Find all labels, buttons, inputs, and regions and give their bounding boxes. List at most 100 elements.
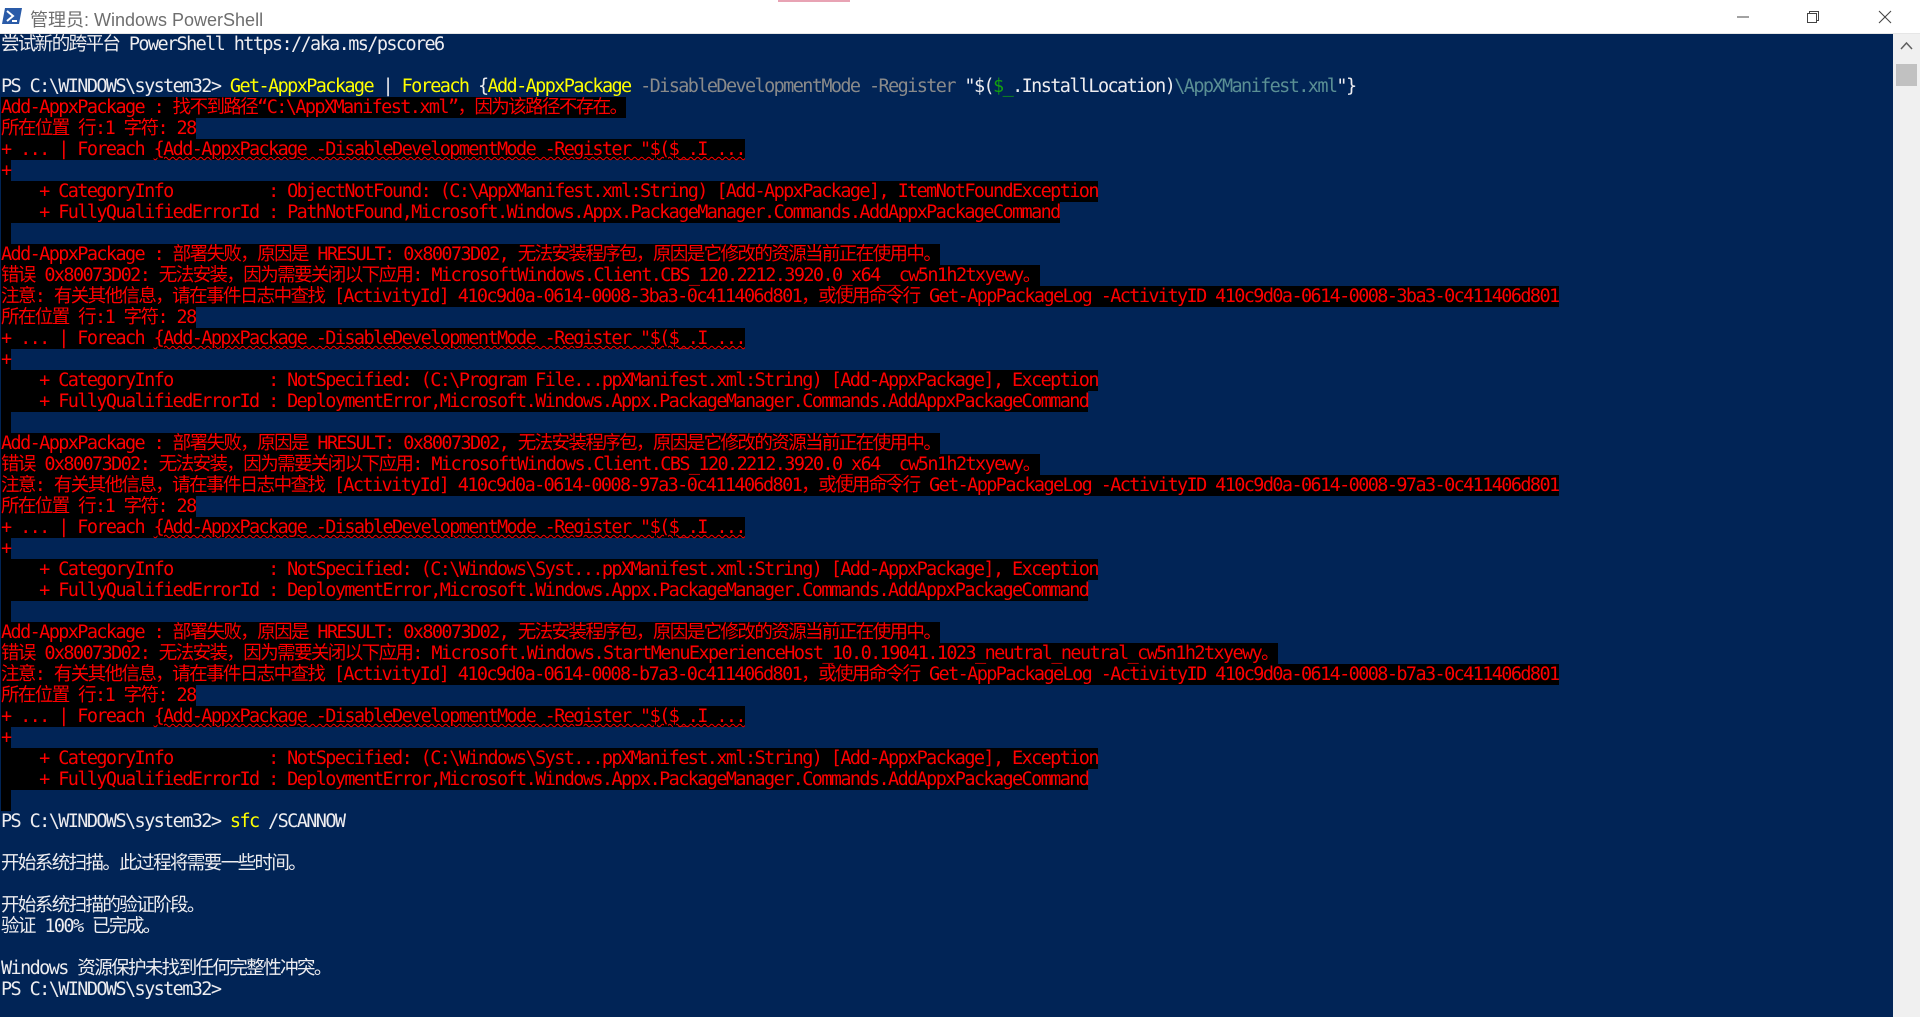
error-line: 错误 0x80073D02: 无法安装，因为需要关闭以下应用: Microsof…	[1, 643, 1559, 664]
console-text: /SCANNOW	[258, 811, 346, 832]
console-text: + ... | Foreach	[1, 139, 154, 160]
console-text: $_	[993, 76, 1014, 97]
console-text	[1, 223, 11, 244]
error-line: + ... | Foreach {Add-AppxPackage -Disabl…	[1, 517, 1559, 538]
error-line: 所在位置 行:1 字符: 28	[1, 307, 1559, 328]
console-text	[1, 790, 11, 811]
console-text: 错误 0x80073D02: 无法安装，因为需要关闭以下应用: Microsof…	[1, 643, 1280, 664]
console-text: +	[1, 727, 12, 748]
console-text: 验证 100% 已完成。	[1, 916, 161, 937]
console-text: PS C:\WINDOWS\system32>	[1, 76, 230, 97]
console-text: Add-AppxPackage : 部署失败，原因是 HRESULT: 0x80…	[1, 244, 942, 265]
console-text: PS C:\WINDOWS\system32>	[1, 979, 222, 1000]
error-line: Add-AppxPackage : 部署失败，原因是 HRESULT: 0x80…	[1, 433, 1559, 454]
console-text: Foreach	[401, 76, 470, 97]
error-line: +	[1, 160, 1559, 181]
console-text: Add-AppxPackage	[487, 76, 632, 97]
close-button[interactable]	[1850, 0, 1920, 33]
error-line: 所在位置 行:1 字符: 28	[1, 496, 1559, 517]
title-bar[interactable]: 管理员: Windows PowerShell	[0, 0, 1920, 34]
vertical-scrollbar[interactable]	[1893, 34, 1920, 1017]
error-line	[1, 412, 1559, 433]
console-text: {	[468, 76, 489, 97]
console-text: + FullyQualifiedErrorId : PathNotFound,M…	[1, 202, 1061, 223]
console-text: + ... | Foreach	[1, 517, 154, 538]
error-line: 所在位置 行:1 字符: 28	[1, 685, 1559, 706]
window-title: 管理员: Windows PowerShell	[30, 10, 264, 30]
console-text: 注意: 有关其他信息，请在事件日志中查找 [ActivityId] 410c9d…	[1, 286, 1560, 307]
scroll-up-button[interactable]	[1893, 34, 1920, 58]
console-text: 错误 0x80073D02: 无法安装，因为需要关闭以下应用: Microsof…	[1, 454, 1041, 475]
minimize-button[interactable]	[1708, 0, 1778, 33]
error-line: + ... | Foreach {Add-AppxPackage -Disabl…	[1, 706, 1559, 727]
console-line: PS C:\WINDOWS\system32>	[1, 979, 1559, 1000]
console-text: +	[1, 349, 12, 370]
console-text: 所在位置 行:1 字符: 28	[1, 118, 197, 139]
console-text: {Add-AppxPackage -DisableDevelopmentMode…	[153, 706, 747, 727]
console-text: 注意: 有关其他信息，请在事件日志中查找 [ActivityId] 410c9d…	[1, 475, 1560, 496]
scroll-thumb[interactable]	[1896, 64, 1917, 86]
close-icon	[1878, 10, 1892, 23]
error-line: + CategoryInfo : NotSpecified: (C:\Windo…	[1, 559, 1559, 580]
error-line	[1, 601, 1559, 622]
console-line: Windows 资源保护未找到任何完整性冲突。	[1, 958, 1559, 979]
console-text: +	[1, 160, 12, 181]
console-text: 尝试新的跨平台 PowerShell https://aka.ms/pscore…	[1, 34, 445, 55]
console-text: +	[1, 538, 12, 559]
console-line: 开始系统扫描。此过程将需要一些时间。	[1, 853, 1559, 874]
console-text: .InstallLocation)	[1012, 76, 1176, 97]
console-text: -DisableDevelopmentMode -Register	[630, 76, 965, 97]
console-text: sfc	[229, 811, 260, 832]
error-line: Add-AppxPackage : 找不到路径“C:\AppXManifest.…	[1, 97, 1559, 118]
console-line: 尝试新的跨平台 PowerShell https://aka.ms/pscore…	[1, 34, 1559, 55]
error-line: + CategoryInfo : NotSpecified: (C:\Progr…	[1, 370, 1559, 391]
error-line: 注意: 有关其他信息，请在事件日志中查找 [ActivityId] 410c9d…	[1, 664, 1560, 685]
error-line: + FullyQualifiedErrorId : DeploymentErro…	[1, 391, 1559, 412]
error-line	[1, 223, 1559, 244]
error-line: +	[1, 538, 1559, 559]
error-line	[1, 790, 1559, 811]
error-line: +	[1, 727, 1559, 748]
console-text: 开始系统扫描的验证阶段。	[1, 895, 205, 916]
console-text: + FullyQualifiedErrorId : DeploymentErro…	[1, 391, 1090, 412]
error-line: + CategoryInfo : NotSpecified: (C:\Windo…	[1, 748, 1559, 769]
error-line: 注意: 有关其他信息，请在事件日志中查找 [ActivityId] 410c9d…	[1, 286, 1560, 307]
console-line: PS C:\WINDOWS\system32> Get-AppxPackage …	[1, 76, 1559, 97]
title-accent-stripe	[778, 0, 850, 2]
console-text: + CategoryInfo : NotSpecified: (C:\Windo…	[1, 559, 1099, 580]
console-text: + CategoryInfo : NotSpecified: (C:\Progr…	[1, 370, 1099, 391]
console-lines: 尝试新的跨平台 PowerShell https://aka.ms/pscore…	[1, 34, 1560, 1000]
console-text: 所在位置 行:1 字符: 28	[1, 496, 197, 517]
error-line: Add-AppxPackage : 部署失败，原因是 HRESULT: 0x80…	[1, 622, 1559, 643]
console-text: + FullyQualifiedErrorId : DeploymentErro…	[1, 580, 1090, 601]
restore-icon	[1807, 10, 1819, 23]
console-text: |	[373, 76, 402, 97]
chevron-up-icon	[1900, 41, 1913, 50]
error-line: + FullyQualifiedErrorId : DeploymentErro…	[1, 580, 1559, 601]
console-text: 所在位置 行:1 字符: 28	[1, 307, 197, 328]
console-output[interactable]: 尝试新的跨平台 PowerShell https://aka.ms/pscore…	[0, 34, 1893, 1017]
console-line: 开始系统扫描的验证阶段。	[1, 895, 1559, 916]
console-text: \AppXManifest.xml	[1174, 76, 1338, 97]
console-text: {Add-AppxPackage -DisableDevelopmentMode…	[153, 328, 747, 349]
error-line: 注意: 有关其他信息，请在事件日志中查找 [ActivityId] 410c9d…	[1, 475, 1560, 496]
console-text: Add-AppxPackage : 找不到路径“C:\AppXManifest.…	[1, 97, 628, 118]
error-line: Add-AppxPackage : 部署失败，原因是 HRESULT: 0x80…	[1, 244, 1559, 265]
error-line: 错误 0x80073D02: 无法安装，因为需要关闭以下应用: Microsof…	[1, 454, 1559, 475]
console-text: "}	[1336, 76, 1357, 97]
console-text: 错误 0x80073D02: 无法安装，因为需要关闭以下应用: Microsof…	[1, 265, 1041, 286]
console-text: + ... | Foreach	[1, 706, 154, 727]
error-line: + FullyQualifiedErrorId : PathNotFound,M…	[1, 202, 1559, 223]
powershell-icon[interactable]	[2, 7, 22, 25]
console-text: Get-AppxPackage	[229, 76, 375, 97]
console-line: PS C:\WINDOWS\system32> sfc /SCANNOW	[1, 811, 1559, 832]
error-line: +	[1, 349, 1559, 370]
error-line: + CategoryInfo : ObjectNotFound: (C:\App…	[1, 181, 1559, 202]
console-text: + CategoryInfo : ObjectNotFound: (C:\App…	[1, 181, 1099, 202]
error-line: + ... | Foreach {Add-AppxPackage -Disabl…	[1, 328, 1559, 349]
restore-button[interactable]	[1778, 0, 1848, 33]
